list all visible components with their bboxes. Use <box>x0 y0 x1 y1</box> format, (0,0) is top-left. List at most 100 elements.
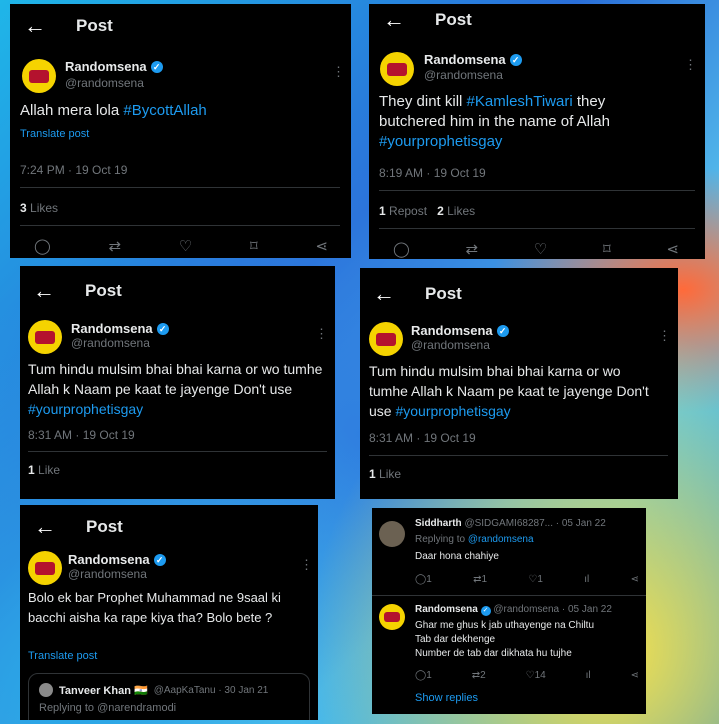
back-arrow-icon[interactable]: ← <box>33 278 57 304</box>
verified-badge-icon: ✓ <box>156 322 169 335</box>
translate-link[interactable]: Translate post <box>28 650 97 662</box>
repost-icon[interactable]: ⇄1 <box>473 574 487 585</box>
quote-author-name: Tanveer Khan 🇮🇳 <box>59 684 148 697</box>
like-icon[interactable]: ♡ <box>179 237 192 255</box>
author-handle[interactable]: @randomsena <box>411 338 490 352</box>
replies-card: Siddharth @SIDGAMI68287... · 05 Jan 22 R… <box>372 508 646 714</box>
page-title: Post <box>85 281 122 300</box>
post-text: Tum hindu mulsim bhai bhai karna or wo t… <box>369 363 649 419</box>
mention-link[interactable]: @randomsena <box>468 534 534 545</box>
divider <box>372 595 646 596</box>
verified-badge-icon: ✓ <box>153 553 166 566</box>
author-handle[interactable]: @randomsena <box>68 567 147 581</box>
translate-link[interactable]: Translate post <box>20 128 89 140</box>
avatar[interactable] <box>369 322 403 356</box>
repost-icon[interactable]: ⇄ <box>109 237 122 255</box>
divider <box>379 190 695 191</box>
verified-badge-icon: ✓ <box>509 53 522 66</box>
author-name[interactable]: Randomsena ✓ <box>68 552 166 567</box>
avatar <box>39 683 53 697</box>
likes-stat[interactable]: 1 Like <box>369 467 401 481</box>
verified-badge-icon: ✓ <box>496 324 509 337</box>
back-arrow-icon[interactable]: ← <box>24 13 48 39</box>
likes-stat[interactable]: 3 Likes <box>20 201 58 215</box>
replying-to: Replying to @randomsena <box>415 534 534 545</box>
page-title: Post <box>76 16 113 35</box>
likes-stat[interactable]: 1 Like <box>28 463 60 477</box>
more-options-icon[interactable]: ⋮ <box>684 57 697 73</box>
more-options-icon[interactable]: ⋮ <box>658 328 671 344</box>
post-text: Allah mera lola #BycottAllah <box>20 102 207 119</box>
reply-icon[interactable]: ◯ <box>34 237 51 255</box>
avatar[interactable] <box>22 59 56 93</box>
more-options-icon[interactable]: ⋮ <box>315 326 328 342</box>
divider <box>369 455 668 456</box>
hashtag-link[interactable]: #yourprophetisgay <box>379 133 502 150</box>
share-icon[interactable]: ⋖ <box>631 670 639 681</box>
author-handle[interactable]: @randomsena <box>424 68 503 82</box>
hashtag-link[interactable]: #KamleshTiwari <box>467 93 573 110</box>
avatar[interactable] <box>380 52 414 86</box>
avatar[interactable] <box>379 521 405 547</box>
bookmark-icon[interactable]: ⌑ <box>250 237 258 255</box>
stats-icon[interactable]: ıl <box>586 670 591 681</box>
reply-author-handle[interactable]: @randomsena · 05 Jan 22 <box>493 604 612 615</box>
post-card-2: ← Post Randomsena ✓ @randomsena ⋮ They di… <box>369 4 705 259</box>
more-options-icon[interactable]: ⋮ <box>300 557 313 573</box>
reply-text: Daar hona chahiye <box>415 551 499 562</box>
divider <box>28 451 327 452</box>
share-icon[interactable]: ⋖ <box>315 237 328 255</box>
hashtag-link[interactable]: #BycottAllah <box>123 102 206 119</box>
post-card-5: ← Post Randomsena ✓ @randomsena ⋮ Bolo ek… <box>20 505 318 720</box>
share-icon[interactable]: ⋖ <box>631 574 639 585</box>
post-timestamp: 8:19 AM · 19 Oct 19 <box>379 166 486 180</box>
quoted-post[interactable]: Tanveer Khan 🇮🇳 @AapKaTanu · 30 Jan 21 R… <box>28 673 310 720</box>
reply-text: Ghar me ghus k jab uthayenge na Chiltu T… <box>415 620 594 659</box>
stats-icon[interactable]: ıl <box>584 574 589 585</box>
reply-icon[interactable]: ◯1 <box>415 574 432 585</box>
avatar[interactable] <box>28 320 62 354</box>
back-arrow-icon[interactable]: ← <box>383 7 407 33</box>
reply-author-name[interactable]: Randomsena <box>415 604 478 615</box>
reply-author-handle[interactable]: @SIDGAMI68287... · 05 Jan 22 <box>464 518 605 529</box>
author-handle[interactable]: @randomsena <box>71 336 150 350</box>
like-icon[interactable]: ♡ <box>534 240 547 258</box>
action-bar: ◯ ⇄ ♡ ⌑ ⋖ <box>34 237 328 255</box>
back-arrow-icon[interactable]: ← <box>34 514 58 540</box>
like-icon[interactable]: ♡1 <box>528 574 543 585</box>
post-timestamp: 8:31 AM · 19 Oct 19 <box>369 431 476 445</box>
divider <box>20 187 340 188</box>
repost-icon[interactable]: ⇄ <box>466 240 479 258</box>
avatar[interactable] <box>379 604 405 630</box>
hashtag-link[interactable]: #yourprophetisgay <box>28 401 143 417</box>
back-arrow-icon[interactable]: ← <box>373 281 397 307</box>
post-card-1: ← Post Randomsena ✓ @randomsena ⋮ Allah m… <box>10 4 351 258</box>
engagement-stats[interactable]: 1 Repost 2 Likes <box>379 204 475 218</box>
more-options-icon[interactable]: ⋮ <box>332 64 345 80</box>
share-icon[interactable]: ⋖ <box>666 240 679 258</box>
bookmark-icon[interactable]: ⌑ <box>603 240 611 258</box>
verified-badge-icon: ✓ <box>480 606 491 616</box>
repost-icon[interactable]: ⇄2 <box>472 670 486 681</box>
post-text: Tum hindu mulsim bhai bhai karna or wo t… <box>28 361 323 417</box>
like-icon[interactable]: ♡14 <box>526 670 546 681</box>
avatar[interactable] <box>28 551 62 585</box>
divider <box>379 228 695 229</box>
author-name[interactable]: Randomsena ✓ <box>411 323 509 338</box>
post-timestamp: 8:31 AM · 19 Oct 19 <box>28 428 135 442</box>
reply-author-name[interactable]: Siddharth <box>415 518 462 529</box>
author-name[interactable]: Randomsena ✓ <box>71 321 169 336</box>
show-replies-link[interactable]: Show replies <box>415 692 478 704</box>
post-card-3: ← Post Randomsena ✓ @randomsena ⋮ Tum hin… <box>20 266 335 499</box>
post-card-4: ← Post Randomsena ✓ @randomsena ⋮ Tum hin… <box>360 268 678 499</box>
reply-action-bar: ◯1 ⇄2 ♡14 ıl ⋖ <box>415 670 639 681</box>
author-name[interactable]: Randomsena ✓ <box>65 59 163 74</box>
reply-icon[interactable]: ◯1 <box>415 670 432 681</box>
author-handle[interactable]: @randomsena <box>65 76 144 90</box>
quote-replying-to: Replying to @narendramodi <box>39 702 177 714</box>
author-name[interactable]: Randomsena ✓ <box>424 52 522 67</box>
page-title: Post <box>425 284 462 303</box>
hashtag-link[interactable]: #yourprophetisgay <box>395 403 510 419</box>
verified-badge-icon: ✓ <box>150 60 163 73</box>
reply-icon[interactable]: ◯ <box>393 240 410 258</box>
